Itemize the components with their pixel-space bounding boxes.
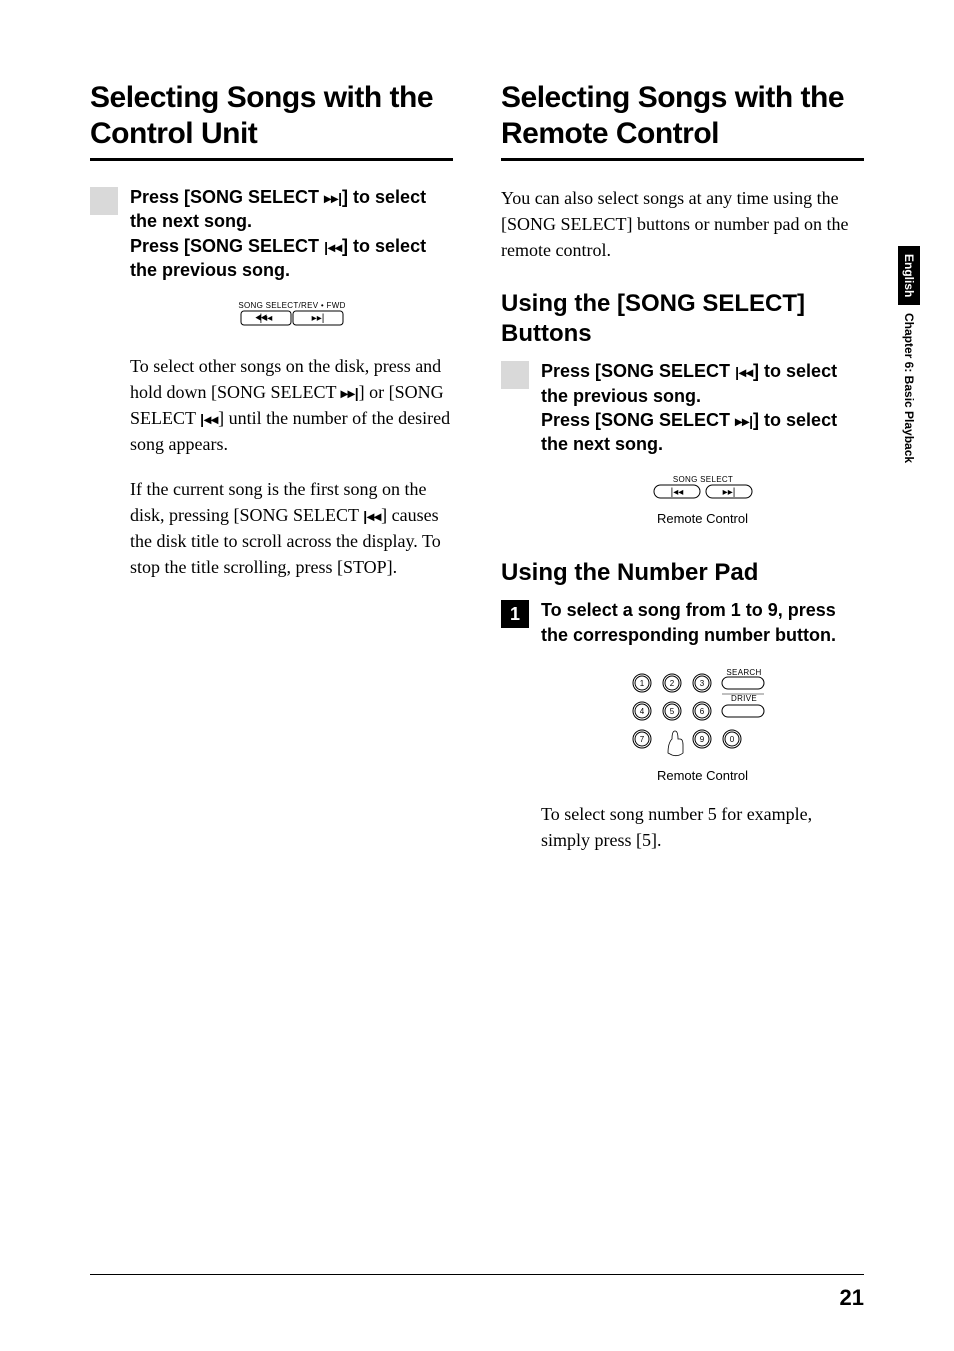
text-fragment: Press [SONG SELECT bbox=[130, 187, 324, 207]
step-block: 1 To select a song from 1 to 9, press th… bbox=[501, 598, 864, 853]
search-label: SEARCH bbox=[726, 668, 761, 677]
remote-number-pad: 1 2 3 4 5 6 7 9 0 SEARCH DRIVE bbox=[541, 665, 864, 783]
step-marker bbox=[501, 361, 529, 389]
side-tab: English Chapter 6: Basic Playback bbox=[884, 246, 934, 463]
sub-heading: Using the [SONG SELECT] Buttons bbox=[501, 289, 864, 349]
language-tab: English bbox=[898, 246, 920, 305]
skip-forward-icon: ▸▸| bbox=[341, 385, 359, 401]
svg-text:6: 6 bbox=[699, 707, 704, 716]
footer-rule bbox=[90, 1274, 864, 1275]
hand-pointer-icon bbox=[668, 731, 683, 756]
drive-label: DRIVE bbox=[731, 694, 757, 703]
button-group-label: SONG SELECT/REV • FWD bbox=[238, 301, 345, 310]
body-paragraph: If the current song is the first song on… bbox=[130, 476, 453, 580]
svg-text:2: 2 bbox=[669, 679, 674, 688]
text-fragment: Press [SONG SELECT bbox=[541, 361, 735, 381]
skip-back-icon: |◂◂ bbox=[200, 411, 218, 427]
sub-heading: Using the Number Pad bbox=[501, 558, 864, 588]
svg-text:7: 7 bbox=[639, 735, 644, 744]
instruction-text: Press [SONG SELECT |◂◂] to select the pr… bbox=[541, 359, 864, 456]
section-rule bbox=[90, 158, 453, 161]
illustration-caption: Remote Control bbox=[541, 768, 864, 783]
page-number: 21 bbox=[840, 1285, 864, 1311]
svg-text:1: 1 bbox=[639, 679, 644, 688]
svg-text:5: 5 bbox=[669, 707, 674, 716]
button-group-label: SONG SELECT bbox=[672, 475, 732, 484]
svg-text:3: 3 bbox=[699, 679, 704, 688]
chapter-tab: Chapter 6: Basic Playback bbox=[902, 313, 916, 463]
step-block: Press [SONG SELECT ▸▸|] to select the ne… bbox=[90, 185, 453, 580]
skip-back-icon: |◂◂ bbox=[324, 239, 342, 255]
instruction-text: To select a song from 1 to 9, press the … bbox=[541, 598, 864, 647]
section-rule bbox=[501, 158, 864, 161]
body-paragraph: To select other songs on the disk, press… bbox=[130, 353, 453, 457]
svg-text:▸▸|: ▸▸| bbox=[311, 313, 324, 324]
instruction-text: Press [SONG SELECT ▸▸|] to select the ne… bbox=[130, 185, 453, 282]
body-paragraph: To select song number 5 for example, sim… bbox=[541, 801, 864, 853]
skip-back-icon: |◂◂ bbox=[363, 508, 381, 524]
control-unit-buttons: SONG SELECT/REV • FWD |◂◂ ▸▸| bbox=[130, 300, 453, 335]
step-block: Press [SONG SELECT |◂◂] to select the pr… bbox=[501, 359, 864, 532]
skip-forward-icon: ▸▸| bbox=[324, 190, 342, 206]
illustration-caption: Remote Control bbox=[541, 511, 864, 526]
svg-text:▸▸|: ▸▸| bbox=[722, 487, 735, 498]
left-column: Selecting Songs with the Control Unit Pr… bbox=[90, 80, 453, 853]
right-column: Selecting Songs with the Remote Control … bbox=[501, 80, 864, 853]
svg-text:|◂◂: |◂◂ bbox=[259, 313, 272, 324]
section-heading-right: Selecting Songs with the Remote Control bbox=[501, 80, 864, 152]
remote-song-select-buttons: SONG SELECT |◂◂ ▸▸| Remote Control bbox=[541, 474, 864, 526]
text-fragment: Press [SONG SELECT bbox=[130, 236, 324, 256]
svg-text:|◂◂: |◂◂ bbox=[670, 487, 683, 498]
section-heading-left: Selecting Songs with the Control Unit bbox=[90, 80, 453, 152]
text-fragment: Press [SONG SELECT bbox=[541, 410, 735, 430]
skip-back-icon: |◂◂ bbox=[735, 364, 753, 380]
svg-text:4: 4 bbox=[639, 707, 644, 716]
svg-text:9: 9 bbox=[699, 735, 704, 744]
intro-paragraph: You can also select songs at any time us… bbox=[501, 185, 864, 263]
step-number: 1 bbox=[501, 600, 529, 628]
svg-text:0: 0 bbox=[729, 735, 734, 744]
skip-forward-icon: ▸▸| bbox=[735, 413, 753, 429]
step-marker bbox=[90, 187, 118, 215]
